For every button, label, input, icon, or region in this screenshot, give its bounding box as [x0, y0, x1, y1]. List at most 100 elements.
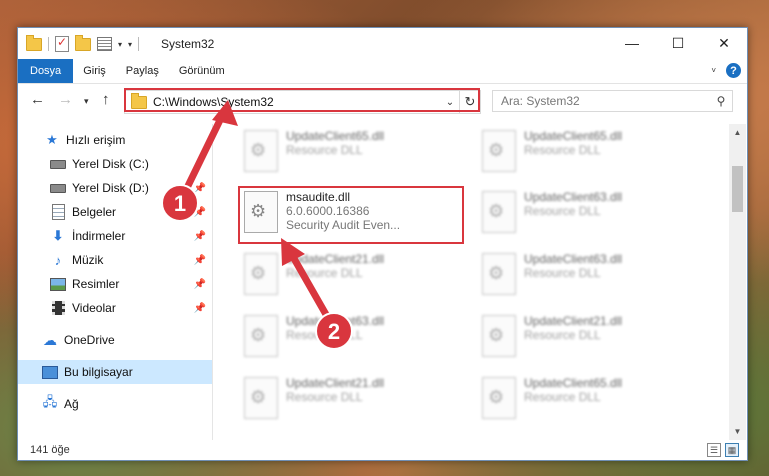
file-name: UpdateClient65.dll — [286, 129, 385, 143]
pin-icon[interactable]: 📌 — [194, 303, 206, 314]
window-title: System32 — [161, 37, 215, 51]
dll-file-icon — [482, 130, 516, 172]
customize-icon[interactable] — [97, 37, 112, 51]
file-item[interactable]: UpdateClient65.dll Resource DLL — [238, 128, 463, 180]
forward-arrow-icon[interactable]: → — [58, 91, 73, 108]
picture-icon — [50, 276, 66, 292]
file-description: Resource DLL — [286, 266, 363, 280]
pane-divider — [212, 124, 213, 440]
sidebar-item-label: Müzik — [72, 253, 104, 267]
maximize-button[interactable]: ☐ — [655, 28, 701, 58]
pin-icon[interactable]: 📌 — [194, 255, 206, 266]
search-icon[interactable]: ⚲ — [710, 94, 732, 108]
dll-file-icon — [244, 253, 278, 295]
sidebar-item-label: Yerel Disk (C:) — [72, 157, 149, 171]
cloud-icon: ☁ — [43, 331, 57, 348]
vertical-scrollbar[interactable]: ▲ ▼ — [729, 124, 746, 440]
file-description: Resource DLL — [286, 328, 363, 342]
sidebar-item-resimler[interactable]: Resimler 📌 — [18, 272, 212, 296]
document-icon — [50, 204, 66, 220]
sidebar-item-label: Bu bilgisayar — [64, 365, 133, 379]
scroll-down-icon[interactable]: ▼ — [729, 423, 746, 440]
qa-dropdown-icon[interactable]: ▾ — [128, 40, 132, 49]
file-explorer-window: ▾ ▾ System32 — ☐ ✕ Dosya Giriş Paylaş Gö… — [17, 27, 748, 461]
music-icon: ♪ — [54, 252, 62, 268]
ribbon-tabs: Dosya Giriş Paylaş Görünüm ˅ ? — [18, 59, 747, 84]
sidebar-item-label: Yerel Disk (D:) — [72, 181, 149, 195]
video-icon — [50, 300, 66, 316]
sidebar-item-disk-d[interactable]: Yerel Disk (D:) 📌 — [18, 176, 212, 200]
sidebar-item-muzik[interactable]: ♪ Müzik 📌 — [18, 248, 212, 272]
sidebar-item-label: Hızlı erişim — [66, 133, 126, 147]
address-highlight-box — [124, 88, 480, 112]
search-input[interactable]: Ara: System32 — [501, 94, 710, 108]
file-highlight-box — [238, 186, 464, 244]
file-item[interactable]: UpdateClient63.dll Resource DLL — [476, 189, 701, 241]
tab-gorunum[interactable]: Görünüm — [169, 59, 235, 83]
sidebar-item-label: Ağ — [64, 397, 79, 411]
file-description: Resource DLL — [524, 390, 601, 404]
file-name: UpdateClient21.dll — [286, 252, 385, 266]
details-view-icon[interactable]: ☰ — [707, 443, 721, 457]
tiles-view-icon[interactable]: ▦ — [725, 443, 739, 457]
file-name: UpdateClient63.dll — [286, 314, 385, 328]
file-description: Resource DLL — [524, 143, 601, 157]
chevron-down-icon[interactable]: ▾ — [118, 40, 122, 49]
up-arrow-icon[interactable]: ↑ — [102, 91, 110, 108]
new-folder-icon[interactable] — [75, 34, 91, 51]
file-name: UpdateClient65.dll — [524, 129, 623, 143]
minimize-button[interactable]: — — [609, 28, 655, 58]
sidebar-item-videolar[interactable]: Videolar 📌 — [18, 296, 212, 320]
file-item[interactable]: UpdateClient65.dll Resource DLL — [476, 128, 701, 180]
scroll-thumb[interactable] — [732, 166, 743, 212]
recent-locations-icon[interactable]: ▾ — [84, 96, 89, 107]
file-description: Resource DLL — [524, 328, 601, 342]
sidebar-item-disk-c[interactable]: Yerel Disk (C:) — [18, 152, 212, 176]
file-item[interactable]: UpdateClient21.dll Resource DLL — [238, 251, 463, 303]
dll-file-icon — [482, 253, 516, 295]
folder-icon — [26, 34, 42, 51]
sidebar-item-network[interactable]: 🖧 Ağ — [18, 392, 212, 416]
expand-ribbon-icon[interactable]: ˅ — [711, 66, 716, 75]
tab-dosya[interactable]: Dosya — [18, 59, 74, 83]
scroll-up-icon[interactable]: ▲ — [729, 124, 746, 141]
disk-icon — [50, 180, 66, 196]
sidebar-item-label: Belgeler — [72, 205, 117, 219]
ribbon-right-controls: ˅ ? — [711, 63, 741, 78]
pin-icon[interactable]: 📌 — [194, 231, 206, 242]
sidebar-item-label: İndirmeler — [72, 229, 126, 243]
file-description: Resource DLL — [286, 143, 363, 157]
file-item[interactable]: UpdateClient63.dll Resource DLL — [476, 251, 701, 303]
sidebar-item-belgeler[interactable]: Belgeler 📌 — [18, 200, 212, 224]
separator — [138, 37, 140, 51]
properties-check-icon[interactable] — [55, 35, 69, 52]
file-name: UpdateClient65.dll — [524, 376, 623, 390]
sidebar-item-this-pc[interactable]: Bu bilgisayar — [18, 360, 212, 384]
dll-file-icon — [244, 130, 278, 172]
sidebar-item-quick-access[interactable]: ★ Hızlı erişim — [18, 128, 212, 152]
sidebar-item-label: Videolar — [72, 301, 116, 315]
tab-giris[interactable]: Giriş — [73, 59, 116, 83]
file-name: UpdateClient63.dll — [524, 252, 623, 266]
pin-icon[interactable]: 📌 — [194, 279, 206, 290]
download-icon: ⬇ — [52, 228, 64, 243]
pin-icon[interactable]: 📌 — [194, 207, 206, 218]
close-button[interactable]: ✕ — [701, 28, 747, 58]
help-icon[interactable]: ? — [726, 63, 741, 78]
sidebar-item-onedrive[interactable]: ☁ OneDrive — [18, 328, 212, 352]
sidebar-item-indirmeler[interactable]: ⬇ İndirmeler 📌 — [18, 224, 212, 248]
file-item[interactable]: UpdateClient21.dll Resource DLL — [476, 313, 701, 365]
navigation-pane: ★ Hızlı erişim Yerel Disk (C:) Yerel Dis… — [18, 124, 212, 440]
sidebar-item-label: Resimler — [72, 277, 120, 291]
tab-paylas[interactable]: Paylaş — [116, 59, 169, 83]
pin-icon[interactable]: 📌 — [194, 183, 206, 194]
file-item[interactable]: UpdateClient63.dll Resource DLL — [238, 313, 463, 365]
file-name: UpdateClient21.dll — [286, 376, 385, 390]
search-box[interactable]: Ara: System32 ⚲ — [492, 90, 733, 112]
file-item[interactable]: UpdateClient65.dll Resource DLL — [476, 375, 701, 427]
back-arrow-icon[interactable]: ← — [30, 91, 45, 108]
file-item[interactable]: UpdateClient21.dll Resource DLL — [238, 375, 463, 427]
dll-file-icon — [244, 377, 278, 419]
star-icon: ★ — [46, 132, 58, 147]
status-bar: 141 öğe ☰ ▦ — [18, 440, 747, 460]
